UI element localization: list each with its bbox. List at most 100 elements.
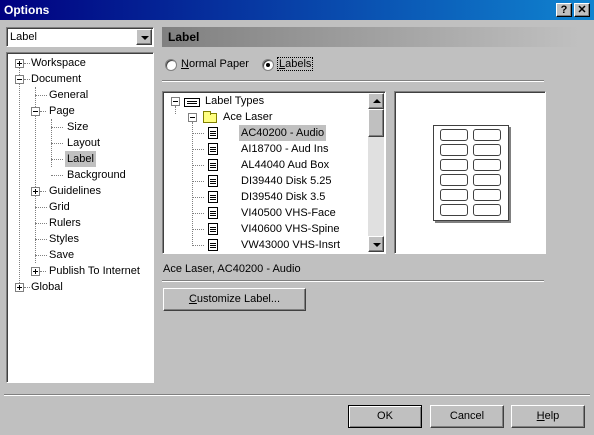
- cancel-button[interactable]: Cancel: [430, 405, 504, 428]
- label-item[interactable]: VI40600 VHS-Spine: [241, 221, 339, 237]
- tree-connector: [192, 133, 204, 134]
- label-item[interactable]: DI39440 Disk 5.25: [241, 173, 332, 189]
- tree-connector: [24, 63, 30, 64]
- document-icon: [208, 223, 218, 235]
- label-types-root[interactable]: Label Types: [205, 93, 264, 109]
- window-title: Options: [4, 3, 50, 17]
- labels-label-rest: abels: [285, 58, 312, 70]
- document-icon: [208, 143, 218, 155]
- label-types-list[interactable]: Label Types Ace Laser AC40200 - Audio AI1…: [162, 91, 386, 254]
- expand-plus-icon[interactable]: [31, 187, 40, 196]
- folder-icon: [203, 111, 217, 123]
- label-item[interactable]: AC40200 - Audio: [239, 125, 327, 141]
- tree-item-guidelines[interactable]: Guidelines: [49, 183, 101, 199]
- close-button[interactable]: ✕: [574, 3, 590, 17]
- document-icon: [208, 175, 218, 187]
- tree-item-document[interactable]: Document: [31, 71, 81, 87]
- collapse-minus-icon[interactable]: [15, 75, 24, 84]
- preview-label-cell: [473, 204, 501, 216]
- tree-connector: [24, 287, 30, 288]
- scroll-down-icon[interactable]: [368, 236, 384, 252]
- tree-connector: [35, 223, 47, 224]
- tree-item-save[interactable]: Save: [49, 247, 74, 263]
- label-item[interactable]: AI18700 - Aud Ins: [241, 141, 328, 157]
- preview-label-cell: [440, 144, 468, 156]
- label-group-ace-laser[interactable]: Ace Laser: [223, 109, 273, 125]
- document-icon: [208, 239, 218, 251]
- tree-connector: [40, 111, 46, 112]
- document-icon: [208, 159, 218, 171]
- tree-item-label[interactable]: Label: [65, 151, 96, 167]
- labels-label[interactable]: Labels: [276, 57, 314, 71]
- tree-item-publish-to-internet[interactable]: Publish To Internet: [49, 263, 140, 279]
- label-item[interactable]: AL44040 Aud Box: [241, 157, 329, 173]
- tree-connector: [51, 159, 63, 160]
- preview-label-cell: [440, 189, 468, 201]
- tree-item-size[interactable]: Size: [67, 119, 88, 135]
- normal-paper-label[interactable]: Normal Paper: [181, 58, 249, 70]
- tree-item-rulers[interactable]: Rulers: [49, 215, 81, 231]
- collapse-minus-icon[interactable]: [31, 107, 40, 116]
- category-dropdown[interactable]: Label: [6, 27, 154, 47]
- normal-paper-mnemonic: N: [181, 58, 189, 70]
- document-icon: [208, 127, 218, 139]
- tree-item-global[interactable]: Global: [31, 279, 63, 295]
- help-button[interactable]: Help: [511, 405, 585, 428]
- tree-connector: [35, 95, 47, 96]
- collapse-minus-icon[interactable]: [188, 113, 197, 122]
- panel-title: Label: [168, 30, 200, 44]
- options-tree[interactable]: Workspace Document General Page Size Lay…: [6, 52, 154, 383]
- help-label-rest: elp: [544, 410, 560, 422]
- tree-connector: [51, 127, 63, 128]
- expand-plus-icon[interactable]: [31, 267, 40, 276]
- customize-label-button[interactable]: Customize Label...: [163, 288, 306, 311]
- tree-connector: [192, 165, 204, 166]
- chevron-down-icon[interactable]: [136, 29, 152, 45]
- label-item[interactable]: VI40500 VHS-Face: [241, 205, 336, 221]
- label-types-icon: [184, 98, 200, 107]
- tree-item-general[interactable]: General: [49, 87, 88, 103]
- tree-item-layout[interactable]: Layout: [67, 135, 100, 151]
- preview-page: [433, 125, 509, 221]
- scroll-thumb[interactable]: [368, 109, 384, 137]
- separator: [162, 280, 544, 282]
- help-mnemonic: H: [536, 410, 545, 422]
- expand-plus-icon[interactable]: [15, 59, 24, 68]
- preview-label-cell: [473, 159, 501, 171]
- tree-connector: [24, 79, 30, 80]
- tree-item-background[interactable]: Background: [67, 167, 126, 183]
- tree-item-styles[interactable]: Styles: [49, 231, 79, 247]
- panel-header: Label: [162, 27, 580, 47]
- help-title-button[interactable]: ?: [556, 3, 572, 17]
- tree-connector: [35, 207, 47, 208]
- vertical-scrollbar[interactable]: [368, 93, 384, 252]
- customize-mnemonic: C: [188, 293, 197, 305]
- normal-paper-radio[interactable]: [165, 59, 177, 71]
- tree-connector: [19, 63, 20, 289]
- tree-item-page[interactable]: Page: [49, 103, 75, 119]
- tree-connector: [192, 197, 204, 198]
- tree-connector: [192, 229, 204, 230]
- tree-connector: [35, 239, 47, 240]
- tree-connector: [175, 106, 176, 114]
- labels-radio[interactable]: [262, 59, 274, 71]
- tree-connector: [192, 245, 204, 246]
- ok-button[interactable]: OK: [348, 405, 422, 428]
- tree-connector: [40, 271, 46, 272]
- tree-connector: [192, 122, 193, 244]
- label-item[interactable]: DI39540 Disk 3.5: [241, 189, 325, 205]
- normal-paper-label-rest: ormal Paper: [188, 58, 249, 70]
- tree-connector: [51, 175, 63, 176]
- expand-plus-icon[interactable]: [15, 283, 24, 292]
- separator: [162, 80, 544, 82]
- tree-item-grid[interactable]: Grid: [49, 199, 70, 215]
- scroll-up-icon[interactable]: [368, 93, 384, 109]
- selected-label-text: Ace Laser, AC40200 - Audio: [163, 263, 301, 275]
- collapse-minus-icon[interactable]: [171, 97, 180, 106]
- preview-label-cell: [473, 189, 501, 201]
- document-icon: [208, 207, 218, 219]
- tree-item-workspace[interactable]: Workspace: [31, 55, 86, 71]
- label-item[interactable]: VW43000 VHS-Insrt: [241, 237, 340, 253]
- preview-label-cell: [440, 174, 468, 186]
- preview-label-cell: [473, 144, 501, 156]
